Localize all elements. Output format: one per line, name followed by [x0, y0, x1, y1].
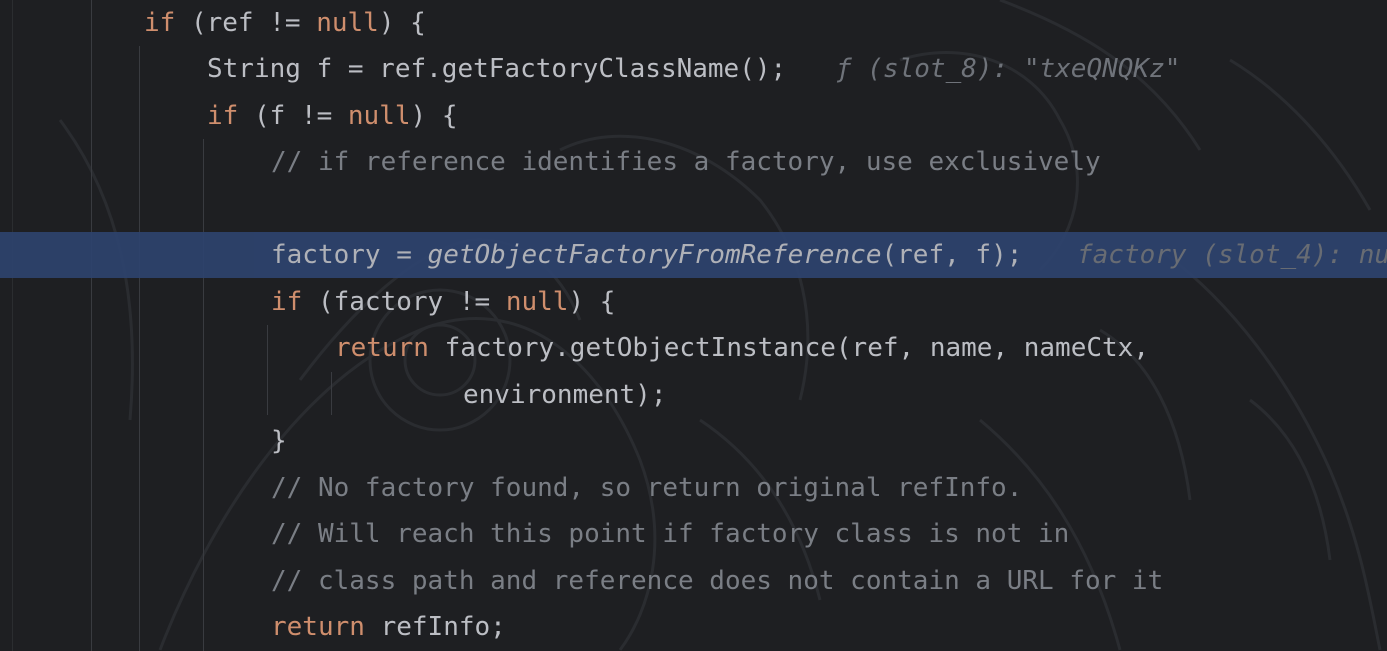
debug-inlay-hint: factory (slot_4): null	[1077, 240, 1387, 270]
code-text: factory = getObjectFactoryFromReference(…	[271, 232, 1022, 278]
keyword-token: null	[505, 287, 569, 317]
keyword-token: if	[207, 101, 239, 131]
code-line[interactable]: if (f != null) {	[0, 93, 1387, 139]
code-line[interactable]: // Will reach this point if factory clas…	[0, 511, 1387, 557]
code-text: // class path and reference does not con…	[271, 558, 1163, 604]
code-token: environment);	[463, 380, 667, 410]
comment-token: // Will reach this point if factory clas…	[271, 519, 1070, 549]
code-line[interactable]: return factory.getObjectInstance(ref, na…	[0, 325, 1387, 371]
comment-token: // No factory found, so return original …	[271, 473, 1023, 503]
code-text: if (factory != null) {	[271, 279, 615, 325]
keyword-token: if	[144, 8, 176, 38]
code-token: ) {	[410, 101, 458, 131]
code-line[interactable]	[0, 186, 1387, 232]
code-line[interactable]: }	[0, 418, 1387, 464]
code-text: // if reference identifies a factory, us…	[271, 139, 1101, 185]
code-token: }	[271, 426, 287, 456]
keyword-token: null	[316, 8, 379, 38]
code-line[interactable]: // class path and reference does not con…	[0, 558, 1387, 604]
code-line[interactable]: return refInfo;	[0, 604, 1387, 650]
code-line[interactable]: String f = ref.getFactoryClassName(); ƒ (…	[0, 46, 1387, 92]
code-line[interactable]: // No factory found, so return original …	[0, 465, 1387, 511]
code-line[interactable]: if (factory != null) {	[0, 279, 1387, 325]
code-text: if (ref != null) {	[144, 0, 426, 46]
keyword-token: return	[271, 612, 365, 642]
code-line[interactable]: if (ref != null) {	[0, 0, 1387, 46]
code-text: // Will reach this point if factory clas…	[271, 511, 1069, 557]
code-token: (factory !=	[302, 287, 506, 317]
code-token: (f !=	[238, 101, 348, 131]
code-text: // No factory found, so return original …	[271, 465, 1022, 511]
code-text: environment);	[463, 372, 667, 418]
code-token: (ref, f);	[881, 240, 1023, 270]
comment-token: // if reference identifies a factory, us…	[271, 147, 1101, 177]
code-text: return factory.getObjectInstance(ref, na…	[335, 325, 1149, 371]
code-line[interactable]: environment);	[0, 372, 1387, 418]
code-text: return refInfo;	[271, 604, 506, 650]
code-text: String f = ref.getFactoryClassName();	[207, 46, 786, 92]
code-token: refInfo;	[364, 612, 506, 642]
code-text: }	[271, 418, 287, 464]
code-token: factory.getObjectInstance(ref, name, nam…	[428, 333, 1149, 363]
code-line-current[interactable]: factory = getObjectFactoryFromReference(…	[0, 232, 1387, 278]
code-token: ) {	[568, 287, 616, 317]
code-line[interactable]: // if reference identifies a factory, us…	[0, 139, 1387, 185]
keyword-token: if	[271, 287, 303, 317]
code-token: ) {	[378, 8, 426, 38]
code-token: factory =	[271, 240, 428, 270]
code-token: (ref !=	[175, 8, 317, 38]
code-token: getObjectFactoryFromReference	[427, 240, 882, 270]
code-editor[interactable]: if (ref != null) {String f = ref.getFact…	[0, 0, 1387, 651]
comment-token: // class path and reference does not con…	[271, 566, 1164, 596]
keyword-token: return	[335, 333, 429, 363]
code-text: if (f != null) {	[207, 93, 457, 139]
debug-inlay-hint: ƒ (slot_8): "txeQNQKz"	[836, 54, 1181, 84]
keyword-token: null	[347, 101, 411, 131]
code-token: String f = ref.getFactoryClassName();	[207, 54, 787, 84]
